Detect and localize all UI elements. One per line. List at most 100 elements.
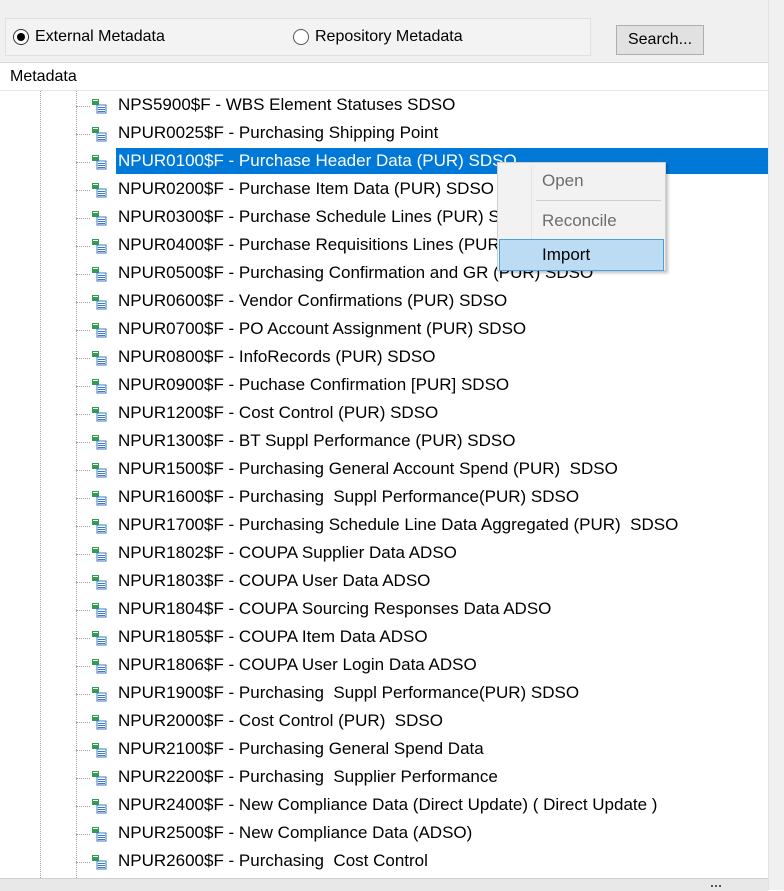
tree-branch-line	[76, 554, 90, 555]
tree-item[interactable]: NPUR1803$F - COUPA User Data ADSO	[76, 568, 768, 596]
external-metadata-radio[interactable]: External Metadata	[13, 27, 165, 47]
table-icon	[92, 771, 107, 786]
tree-branch-line	[76, 806, 90, 807]
tree-item[interactable]: NPUR1804$F - COUPA Sourcing Responses Da…	[76, 596, 768, 624]
vertical-scrollbar[interactable]	[768, 0, 784, 890]
tree-branch-line	[76, 862, 90, 863]
tree-item[interactable]: NPUR2400$F - New Compliance Data (Direct…	[76, 792, 768, 820]
table-icon	[92, 211, 107, 226]
tree-item-label: NPUR0300$F - Purchase Schedule Lines (PU…	[118, 207, 537, 226]
tree-item-label: NPUR1802$F - COUPA Supplier Data ADSO	[118, 543, 457, 562]
tree-item-label: NPUR1803$F - COUPA User Data ADSO	[118, 571, 431, 590]
tree-item-label: NPUR1806$F - COUPA User Login Data ADSO	[118, 655, 477, 674]
context-menu: Open Reconcile Import	[497, 162, 666, 271]
table-icon	[92, 659, 107, 674]
tree-item-label: NPUR0100$F - Purchase Header Data (PUR) …	[116, 148, 770, 174]
tree-item-label: NPUR1600$F - Purchasing Suppl Performanc…	[118, 487, 580, 506]
tree-item[interactable]: NPUR2000$F - Cost Control (PUR) SDSO	[76, 708, 768, 736]
table-icon	[92, 155, 107, 170]
tree-branch-line	[76, 274, 90, 275]
tree-item[interactable]: NPUR1200$F - Cost Control (PUR) SDSO	[76, 400, 768, 428]
tree-item-label: NPUR2000$F - Cost Control (PUR) SDSO	[118, 711, 443, 730]
table-icon	[92, 351, 107, 366]
tree-item[interactable]: NPUR1600$F - Purchasing Suppl Performanc…	[76, 484, 768, 512]
table-icon	[92, 575, 107, 590]
tree-item-label: NPUR1900$F - Purchasing Suppl Performanc…	[118, 683, 580, 702]
tree-branch-line	[76, 666, 90, 667]
table-icon	[92, 855, 107, 870]
tree-branch-line	[76, 778, 90, 779]
toolbar: External Metadata Repository Metadata Se…	[0, 0, 768, 63]
table-icon	[92, 239, 107, 254]
tree-branch-line	[76, 526, 90, 527]
tree-branch-line	[76, 582, 90, 583]
tree-branch-line	[76, 302, 90, 303]
tree-item[interactable]: NPUR1300$F - BT Suppl Performance (PUR) …	[76, 428, 768, 456]
tree-branch-line	[76, 134, 90, 135]
table-icon	[92, 407, 107, 422]
tree-branch-line	[76, 442, 90, 443]
table-icon	[92, 743, 107, 758]
table-icon	[92, 127, 107, 142]
tree-item-label: NPUR2600$F - Purchasing Cost Control	[118, 851, 428, 870]
table-icon	[92, 435, 107, 450]
table-icon	[92, 519, 107, 534]
tree-branch-line	[76, 694, 90, 695]
metadata-column-header[interactable]: Metadata	[0, 63, 768, 91]
tree-item-label: NPUR0800$F - InfoRecords (PUR) SDSO	[118, 347, 436, 366]
repository-metadata-label: Repository Metadata	[315, 28, 463, 45]
tree-item-label: NPUR0400$F - Purchase Requisitions Lines…	[118, 235, 559, 254]
table-icon	[92, 323, 107, 338]
tree-item[interactable]: NPUR1500$F - Purchasing General Account …	[76, 456, 768, 484]
search-button[interactable]: Search...	[616, 25, 704, 55]
tree-item[interactable]: NPUR2100$F - Purchasing General Spend Da…	[76, 736, 768, 764]
tree-branch-line	[76, 358, 90, 359]
tree-item[interactable]: NPUR0900$F - Puchase Confirmation [PUR] …	[76, 372, 768, 400]
tree-branch-line	[76, 386, 90, 387]
tree-item-label: NPUR1700$F - Purchasing Schedule Line Da…	[118, 515, 679, 534]
radio-selected-icon[interactable]	[13, 29, 29, 45]
status-bar	[0, 878, 768, 891]
tree-branch-line	[76, 414, 90, 415]
tree-item[interactable]: NPUR1806$F - COUPA User Login Data ADSO	[76, 652, 768, 680]
tree-guide-line	[40, 91, 41, 878]
tree-item[interactable]: NPUR1900$F - Purchasing Suppl Performanc…	[76, 680, 768, 708]
table-icon	[92, 631, 107, 646]
tree-branch-line	[76, 638, 90, 639]
table-icon	[92, 99, 107, 114]
tree-item[interactable]: NPUR0025$F - Purchasing Shipping Point	[76, 120, 768, 148]
tree-item[interactable]: NPUR2500$F - New Compliance Data (ADSO)	[76, 820, 768, 848]
tree-branch-line	[76, 834, 90, 835]
tree-branch-line	[76, 162, 90, 163]
menu-item-reconcile[interactable]: Reconcile	[500, 206, 663, 236]
tree-item[interactable]: NPUR1802$F - COUPA Supplier Data ADSO	[76, 540, 768, 568]
tree-item[interactable]: NPUR1700$F - Purchasing Schedule Line Da…	[76, 512, 768, 540]
table-icon	[92, 183, 107, 198]
tree-item[interactable]: NPUR0600$F - Vendor Confirmations (PUR) …	[76, 288, 768, 316]
tree-branch-line	[76, 750, 90, 751]
radio-unselected-icon[interactable]	[293, 29, 309, 45]
menu-item-open[interactable]: Open	[500, 166, 663, 196]
tree-item[interactable]: NPUR0800$F - InfoRecords (PUR) SDSO	[76, 344, 768, 372]
tree-item[interactable]: NPUR1805$F - COUPA Item Data ADSO	[76, 624, 768, 652]
tree-item[interactable]: NPUR0700$F - PO Account Assignment (PUR)…	[76, 316, 768, 344]
tree-item[interactable]: NPUR2200$F - Purchasing Supplier Perform…	[76, 764, 768, 792]
tree-item-label: NPUR1805$F - COUPA Item Data ADSO	[118, 627, 428, 646]
table-icon	[92, 295, 107, 310]
tree-item[interactable]: NPS5900$F - WBS Element Statuses SDSO	[76, 92, 768, 120]
menu-separator	[536, 200, 661, 201]
table-icon	[92, 687, 107, 702]
repository-metadata-radio[interactable]: Repository Metadata	[293, 27, 463, 47]
external-metadata-label: External Metadata	[35, 28, 165, 45]
tree-item[interactable]: NPUR2600$F - Purchasing Cost Control	[76, 848, 768, 876]
table-icon	[92, 827, 107, 842]
table-icon	[92, 379, 107, 394]
resize-grip-icon[interactable]	[710, 884, 724, 890]
tree-branch-line	[76, 498, 90, 499]
tree-branch-line	[76, 610, 90, 611]
menu-item-import[interactable]: Import	[499, 239, 664, 271]
tree-item-label: NPUR1804$F - COUPA Sourcing Responses Da…	[118, 599, 552, 618]
table-icon	[92, 715, 107, 730]
tree-item-label: NPUR2200$F - Purchasing Supplier Perform…	[118, 767, 498, 786]
tree-item-label: NPUR2500$F - New Compliance Data (ADSO)	[118, 823, 473, 842]
